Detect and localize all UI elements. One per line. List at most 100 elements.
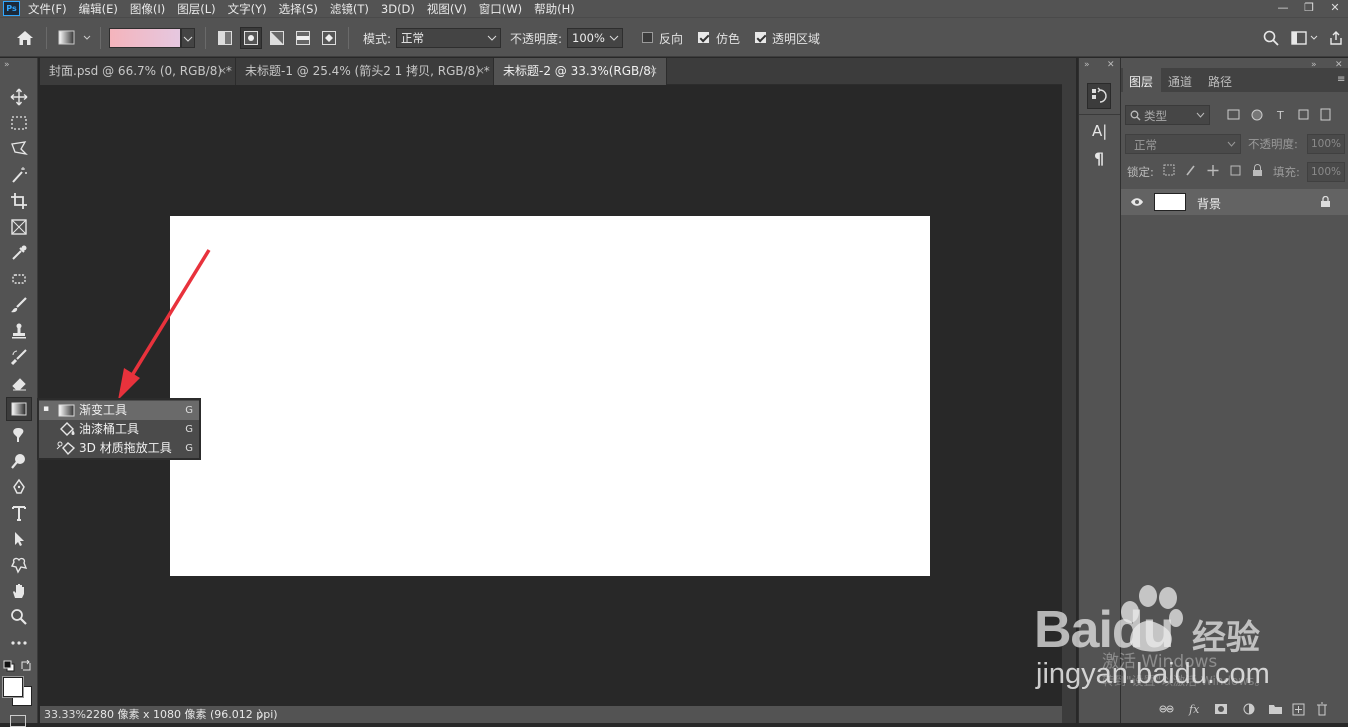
eyedropper-tool[interactable] — [6, 241, 32, 265]
restore-button[interactable]: ❐ — [1296, 0, 1322, 17]
default-colors-button[interactable] — [3, 660, 15, 675]
dither-checkbox[interactable] — [698, 32, 709, 43]
hand-tool[interactable] — [6, 579, 32, 603]
menu-type[interactable]: 文字(Y) — [228, 1, 267, 17]
tab-cover-psd[interactable]: 封面.psd @ 66.7% (0, RGB/8) * × — [40, 58, 236, 85]
layer-filter-select[interactable]: 类型 — [1125, 105, 1210, 125]
tool-preset-picker[interactable] — [56, 27, 96, 49]
diamond-gradient-button[interactable] — [318, 27, 340, 49]
healing-brush-tool[interactable] — [6, 267, 32, 291]
dodge-tool[interactable] — [6, 449, 32, 473]
magic-wand-tool[interactable] — [6, 163, 32, 187]
layer-footer-buttons[interactable]: fx — [1159, 701, 1339, 717]
reflected-gradient-button[interactable] — [292, 27, 314, 49]
status-bar: 33.33% 2280 像素 x 1080 像素 (96.012 ppi) 〉 — [40, 706, 1062, 723]
lasso-tool[interactable] — [6, 137, 32, 161]
layer-opacity-label: 不透明度: — [1248, 137, 1298, 151]
tab-layers[interactable]: 图层 — [1129, 73, 1153, 90]
layer-row-background[interactable]: 背景 — [1121, 189, 1348, 215]
menu-edit[interactable]: 编辑(E) — [79, 1, 118, 17]
filter-type-label: 类型 — [1144, 109, 1167, 123]
character-panel-button[interactable]: A| — [1092, 122, 1107, 140]
collapse-toolbar-icon[interactable]: » — [4, 60, 10, 70]
workspace-button[interactable] — [1290, 27, 1320, 49]
fill-field[interactable]: 100% — [1307, 162, 1345, 182]
menu-select[interactable]: 选择(S) — [279, 1, 318, 17]
custom-shape-tool[interactable] — [6, 553, 32, 577]
blur-tool[interactable] — [6, 423, 32, 447]
vertical-scrollbar[interactable] — [1062, 58, 1076, 723]
menu-image[interactable]: 图像(I) — [130, 1, 165, 17]
close-tab-icon[interactable]: × — [649, 58, 658, 84]
foreground-color-swatch[interactable] — [2, 676, 24, 698]
path-selection-tool[interactable] — [6, 527, 32, 551]
transparency-checkbox[interactable] — [755, 32, 766, 43]
flyout-item-3d-material-drop[interactable]: 3D 材质拖放工具 G — [39, 439, 199, 458]
home-button[interactable] — [14, 27, 36, 49]
flyout-item-gradient[interactable]: ▪ 渐变工具 G — [39, 401, 199, 420]
svg-text:T: T — [1276, 109, 1284, 122]
close-tab-icon[interactable]: × — [218, 58, 227, 84]
clone-stamp-tool[interactable] — [6, 319, 32, 343]
menu-layer[interactable]: 图层(L) — [177, 1, 215, 17]
document-info: 2280 像素 x 1080 像素 (96.012 ppi) — [86, 708, 278, 721]
search-button[interactable] — [1260, 27, 1282, 49]
blend-mode-value: 正常 — [1134, 138, 1157, 152]
eraser-tool[interactable] — [6, 371, 32, 395]
layer-filter-icons[interactable]: T — [1227, 108, 1335, 122]
menu-view[interactable]: 视图(V) — [427, 1, 467, 17]
tab-channels[interactable]: 通道 — [1168, 73, 1192, 90]
minimize-button[interactable]: — — [1270, 0, 1296, 17]
frame-tool[interactable] — [6, 215, 32, 239]
edit-toolbar-button[interactable] — [6, 631, 32, 655]
close-tab-icon[interactable]: × — [476, 58, 485, 84]
expand-panels-icon[interactable]: » — [1084, 60, 1090, 70]
lock-options-icons[interactable] — [1163, 164, 1267, 178]
tab-untitled-1[interactable]: 未标题-1 @ 25.4% (箭头2 1 拷贝, RGB/8) * × — [236, 58, 494, 85]
paragraph-panel-button[interactable]: ¶ — [1094, 149, 1104, 168]
zoom-level[interactable]: 33.33% — [44, 706, 86, 723]
quick-mask-button[interactable] — [10, 715, 26, 727]
layer-thumbnail — [1154, 193, 1186, 211]
swap-colors-button[interactable] — [20, 659, 32, 675]
layer-name[interactable]: 背景 — [1197, 195, 1221, 212]
tab-paths[interactable]: 路径 — [1208, 73, 1232, 90]
history-panel-button[interactable] — [1087, 83, 1111, 109]
mode-select[interactable]: 正常 — [396, 28, 501, 48]
opacity-field[interactable]: 100% — [567, 28, 623, 48]
marquee-tool[interactable] — [6, 111, 32, 135]
history-brush-tool[interactable] — [6, 345, 32, 369]
flyout-item-paint-bucket[interactable]: 油漆桶工具 G — [39, 420, 199, 439]
reverse-checkbox[interactable] — [642, 32, 653, 43]
radial-gradient-button[interactable] — [240, 27, 262, 49]
blend-mode-select[interactable]: 正常 — [1125, 134, 1241, 154]
gradient-editor-swatch[interactable] — [109, 28, 181, 48]
crop-tool[interactable] — [6, 189, 32, 213]
move-tool[interactable] — [6, 85, 32, 109]
layer-opacity-field[interactable]: 100% — [1307, 134, 1345, 154]
angle-gradient-button[interactable] — [266, 27, 288, 49]
type-tool[interactable] — [6, 501, 32, 525]
gradient-icon — [11, 402, 27, 416]
chevron-down-icon — [1196, 112, 1205, 118]
pen-tool[interactable] — [6, 475, 32, 499]
tab-untitled-2[interactable]: 未标题-2 @ 33.3%(RGB/8) × — [494, 58, 667, 85]
linear-gradient-button[interactable] — [214, 27, 236, 49]
close-button[interactable]: ✕ — [1322, 0, 1348, 17]
menu-file[interactable]: 文件(F) — [28, 1, 67, 17]
menu-window[interactable]: 窗口(W) — [479, 1, 522, 17]
share-button[interactable] — [1326, 27, 1346, 49]
menu-help[interactable]: 帮助(H) — [534, 1, 575, 17]
eye-icon[interactable] — [1130, 197, 1144, 207]
gradient-picker-dropdown[interactable] — [181, 28, 195, 48]
zoom-tool[interactable] — [6, 605, 32, 629]
gradient-tool[interactable] — [6, 397, 32, 421]
close-dock-icon[interactable]: ✕ — [1107, 60, 1115, 70]
menu-3d[interactable]: 3D(D) — [381, 2, 415, 16]
paint-bucket-icon — [60, 422, 75, 436]
canvas-area[interactable] — [40, 86, 1062, 706]
brush-tool[interactable] — [6, 293, 32, 317]
status-menu-arrow[interactable]: 〉 — [258, 706, 269, 723]
panel-menu-icon[interactable]: ≡ — [1337, 74, 1345, 85]
menu-filter[interactable]: 滤镜(T) — [330, 1, 369, 17]
